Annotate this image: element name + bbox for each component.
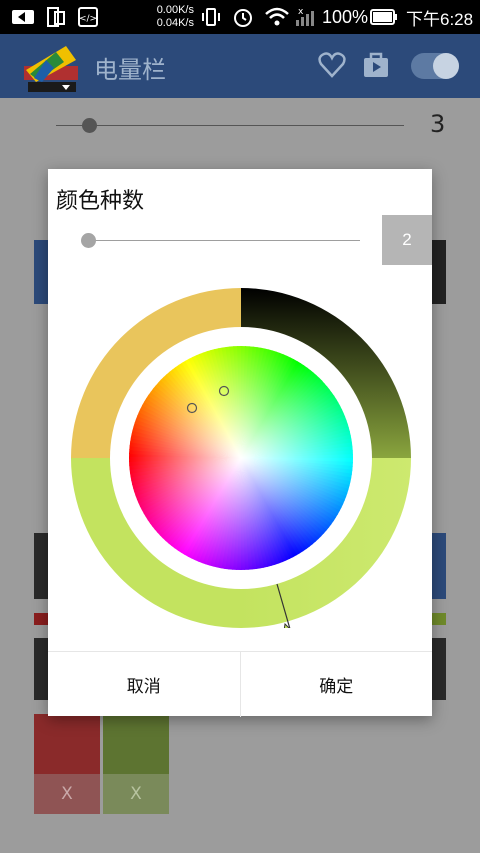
bg-slider-track bbox=[56, 125, 404, 126]
app-title: 电量栏 bbox=[94, 56, 166, 84]
wifi-icon bbox=[264, 0, 290, 34]
color-swatch-red[interactable]: X bbox=[34, 714, 100, 814]
battery-icon bbox=[370, 0, 398, 34]
usb-icon bbox=[10, 0, 36, 34]
app-bar: 电量栏 bbox=[0, 34, 480, 98]
color-wheel[interactable] bbox=[71, 288, 411, 628]
swatch-remove-button[interactable]: X bbox=[103, 774, 169, 814]
developer-icon: </> bbox=[78, 0, 98, 34]
bg-block-left bbox=[34, 533, 48, 599]
net-down-speed: 0.04K/s bbox=[156, 17, 194, 29]
swatch-remove-button[interactable]: X bbox=[34, 774, 100, 814]
favorite-icon[interactable] bbox=[318, 52, 346, 82]
network-speed: 0.00K/s 0.04K/s bbox=[130, 0, 194, 34]
svg-text:</>: </> bbox=[79, 14, 97, 24]
bg-block-right bbox=[432, 533, 446, 599]
battery-percent: 100% bbox=[322, 6, 369, 27]
signal-icon: x bbox=[294, 0, 318, 34]
clock: 下午6:28 bbox=[406, 9, 474, 29]
net-up-speed: 0.00K/s bbox=[156, 4, 194, 16]
bg-bar-left bbox=[34, 240, 48, 304]
alarm-icon bbox=[232, 0, 254, 34]
bg-slider-thumb bbox=[82, 118, 97, 133]
dialog-buttons: 取消 确定 bbox=[48, 651, 432, 717]
status-bar: </> 0.00K/s 0.04K/s x 100% 下午6:28 bbox=[0, 0, 480, 34]
color-count-slider-thumb[interactable] bbox=[81, 233, 96, 248]
bg-bar-right bbox=[432, 240, 446, 304]
toggle-switch[interactable] bbox=[411, 53, 459, 79]
bg-block-left-2 bbox=[34, 638, 48, 700]
screenshot-icon bbox=[46, 0, 66, 34]
bg-stripe-green bbox=[432, 613, 446, 625]
dialog-title: 颜色种数 bbox=[56, 189, 145, 214]
color-swatch-green[interactable]: X bbox=[103, 714, 169, 814]
bg-slider-value: 3 bbox=[430, 110, 446, 138]
svg-text:x: x bbox=[298, 7, 304, 17]
bg-block-right-2 bbox=[432, 638, 446, 700]
app-logo-icon bbox=[20, 40, 82, 98]
color-count-value: 2 bbox=[382, 215, 432, 265]
shop-icon[interactable] bbox=[362, 51, 390, 83]
cancel-button[interactable]: 取消 bbox=[48, 652, 240, 717]
vibrate-icon bbox=[200, 0, 222, 34]
bg-stripe-red bbox=[34, 613, 48, 625]
color-count-slider-track[interactable] bbox=[88, 240, 360, 241]
ok-button[interactable]: 确定 bbox=[239, 652, 433, 717]
